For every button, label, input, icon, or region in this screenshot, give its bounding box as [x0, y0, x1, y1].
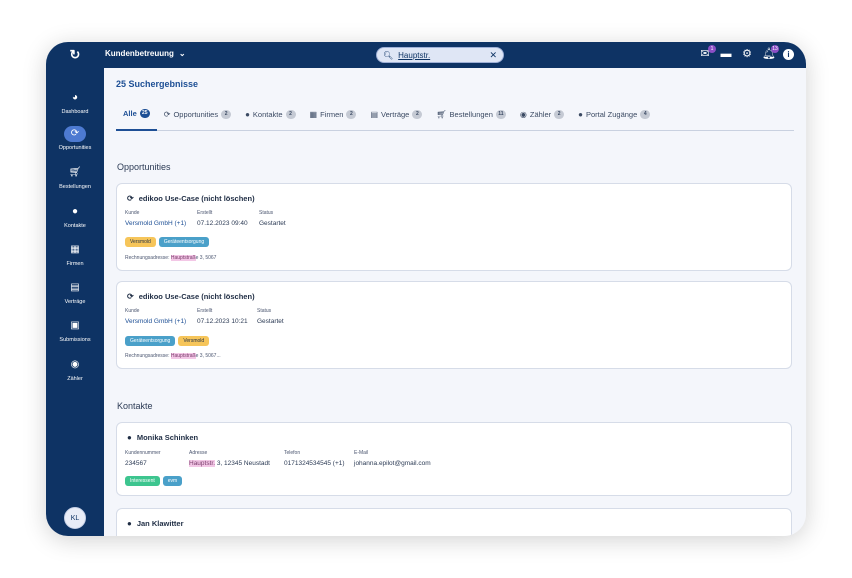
- cart-icon: 🛒︎: [436, 110, 447, 119]
- tag[interactable]: Geräteentsorgung: [125, 336, 176, 346]
- main-content: 25 Suchergebnisse Alle 25 ⟳ Opportunitie…: [104, 68, 806, 536]
- sidebar-item-zaehler[interactable]: ◉ Zähler: [46, 357, 104, 382]
- mail-icon[interactable]: ✉ 1: [699, 45, 716, 61]
- tab-kontakte[interactable]: ● Kontakte 2: [238, 99, 302, 131]
- tag-list: Versmold Geräteentsorgung: [125, 237, 210, 247]
- opportunity-card[interactable]: ⟳ edikoo Use-Case (nicht löschen) Kunde …: [116, 281, 792, 369]
- field-customer: Kunde Versmold GmbH (+1): [125, 308, 187, 325]
- section-title-kontakte: Kontakte: [117, 401, 153, 411]
- meter-icon: ◉: [70, 359, 80, 370]
- gear-icon[interactable]: ⚙: [741, 47, 753, 61]
- mail-badge: 1: [708, 45, 716, 53]
- person-icon: ●: [245, 110, 250, 119]
- refresh-icon: ⟳: [127, 292, 134, 301]
- meter-icon: ◉: [519, 110, 527, 119]
- folder-icon[interactable]: ▬: [720, 47, 732, 61]
- customer-link[interactable]: Versmold GmbH (+1): [125, 318, 186, 325]
- bell-badge: 13: [771, 45, 779, 53]
- section-title-opportunities: Opportunities: [117, 162, 171, 172]
- help-icon[interactable]: i: [783, 48, 794, 60]
- avatar[interactable]: KL: [64, 507, 86, 529]
- billing-address: Rechnungsadresse: Hauptstraße 3, 5067...: [125, 353, 221, 359]
- field-customer: Kunde Versmold GmbH (+1): [125, 210, 187, 227]
- card-title[interactable]: ● Jan Klawitter: [127, 519, 184, 528]
- app-window: ↻ Kundenbetreuung ⌄ 🔍︎ Hauptstr. ✕ ✉ 1 ▬ …: [46, 42, 806, 536]
- tab-bestellungen[interactable]: 🛒︎ Bestellungen 11: [429, 99, 513, 131]
- chevron-down-icon: ⌄: [178, 49, 186, 58]
- sidebar-item-kontakte[interactable]: ● Kontakte: [46, 204, 104, 229]
- field-phone: Telefon 0171324534545 (+1): [284, 450, 345, 467]
- person-icon: ●: [71, 206, 79, 217]
- tab-opportunities[interactable]: ⟳ Opportunities 2: [157, 99, 238, 131]
- tag-list: Geräteentsorgung Versmold: [125, 336, 210, 346]
- refresh-icon: ⟳: [64, 126, 86, 142]
- search-bar[interactable]: 🔍︎ Hauptstr. ✕: [376, 47, 504, 63]
- clipboard-icon: ▤: [370, 110, 378, 119]
- person-key-icon: ●: [578, 110, 583, 119]
- field-address: Adresse Hauptstr. 3, 12345 Neustadt: [189, 450, 270, 467]
- tab-alle[interactable]: Alle 25: [116, 99, 157, 131]
- building-icon: ▦: [70, 244, 80, 255]
- tab-count: 2: [285, 110, 296, 119]
- card-title[interactable]: ● Monika Schinken: [127, 433, 198, 442]
- sidebar-item-firmen[interactable]: ▦ Firmen: [46, 242, 104, 267]
- card-title[interactable]: ⟳ edikoo Use-Case (nicht löschen): [127, 292, 255, 301]
- tab-portal-zugaenge[interactable]: ● Portal Zugänge 4: [571, 99, 657, 131]
- top-icons: ✉ 1 ▬ ⚙ 🔔︎ 13 i: [699, 45, 794, 61]
- tag[interactable]: Versmold: [125, 237, 156, 247]
- logo-icon[interactable]: ↻: [68, 48, 82, 62]
- field-status: Status Gestartet: [257, 308, 284, 325]
- refresh-icon: ⟳: [163, 110, 171, 119]
- tab-count: 2: [346, 110, 357, 119]
- pie-chart-icon: ◕: [71, 92, 79, 103]
- top-bar: ↻ Kundenbetreuung ⌄ 🔍︎ Hauptstr. ✕ ✉ 1 ▬ …: [46, 42, 806, 68]
- sidebar-item-submissions[interactable]: ▣ Submissions: [46, 318, 104, 343]
- billing-address: Rechnungsadresse: Hauptstraße 3, 5067: [125, 255, 217, 261]
- tab-count: 2: [412, 110, 423, 119]
- field-created: Erstellt 07.12.2023 10:21: [197, 308, 248, 325]
- sidebar-item-vertraege[interactable]: ▤ Verträge: [46, 280, 104, 305]
- tab-zaehler[interactable]: ◉ Zähler 2: [513, 99, 571, 131]
- page-title: 25 Suchergebnisse: [116, 79, 199, 89]
- sidebar: ◕ Dashboard ⟳ Opportunities 🛒︎ Bestellun…: [46, 68, 104, 536]
- person-icon: ●: [127, 519, 132, 528]
- tab-bar: Alle 25 ⟳ Opportunities 2 ● Kontakte 2 ▦…: [116, 99, 794, 131]
- clipboard-icon: ▤: [70, 282, 80, 293]
- opportunity-card[interactable]: ⟳ edikoo Use-Case (nicht löschen) Kunde …: [116, 183, 792, 271]
- sidebar-item-dashboard[interactable]: ◕ Dashboard: [46, 90, 104, 115]
- search-icon: 🔍︎: [383, 50, 394, 60]
- tab-count: 4: [640, 110, 651, 119]
- inbox-icon: ▣: [70, 320, 80, 331]
- tag[interactable]: Interessent: [125, 476, 160, 486]
- bell-icon[interactable]: 🔔︎ 13: [762, 45, 779, 61]
- tag[interactable]: Geräteentsorgung: [158, 237, 210, 247]
- field-created: Erstellt 07.12.2023 09:40: [197, 210, 248, 227]
- person-icon: ●: [127, 433, 132, 442]
- tag[interactable]: Versmold: [178, 336, 210, 346]
- field-email: E-Mail johanna.epilot@gmail.com: [354, 450, 431, 467]
- tab-vertraege[interactable]: ▤ Verträge 2: [363, 99, 429, 131]
- building-icon: ▦: [309, 110, 318, 119]
- tab-count: 2: [221, 110, 232, 119]
- tab-count: 25: [139, 109, 150, 118]
- app-switcher-label: Kundenbetreuung: [105, 49, 174, 58]
- tab-count: 11: [495, 110, 506, 119]
- search-input[interactable]: Hauptstr.: [398, 51, 489, 60]
- field-customer-number: Kundennummer 234567: [125, 450, 161, 467]
- sidebar-item-bestellungen[interactable]: 🛒︎ Bestellungen: [46, 165, 104, 190]
- tag[interactable]: evm: [162, 476, 183, 486]
- clear-search-icon[interactable]: ✕: [489, 50, 497, 61]
- contact-card[interactable]: ● Jan Klawitter: [116, 508, 792, 536]
- contact-card[interactable]: ● Monika Schinken Kundennummer 234567 Ad…: [116, 422, 792, 496]
- sidebar-item-opportunities[interactable]: ⟳ Opportunities: [46, 126, 104, 151]
- customer-link[interactable]: Versmold GmbH (+1): [125, 220, 186, 227]
- refresh-icon: ⟳: [127, 194, 134, 203]
- tag-list: Interessent evm: [125, 476, 183, 486]
- field-status: Status Gestartet: [259, 210, 286, 227]
- cart-icon: 🛒︎: [68, 167, 82, 178]
- card-title[interactable]: ⟳ edikoo Use-Case (nicht löschen): [127, 194, 255, 203]
- tab-firmen[interactable]: ▦ Firmen 2: [303, 99, 364, 131]
- app-switcher[interactable]: Kundenbetreuung ⌄: [105, 49, 186, 58]
- tab-count: 2: [554, 110, 565, 119]
